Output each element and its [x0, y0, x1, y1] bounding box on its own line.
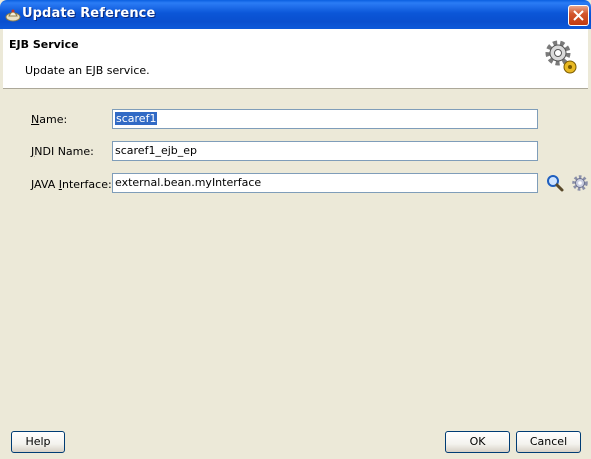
header-description: Update an EJB service. — [25, 64, 150, 77]
java-interface-value: external.bean.myInterface — [115, 176, 262, 189]
title-bar[interactable]: Update Reference — [0, 0, 591, 29]
name-label: Name: — [31, 113, 68, 126]
header-panel: EJB Service Update an EJB service. — [3, 29, 588, 89]
window-title: Update Reference — [22, 6, 156, 21]
gear-wizard-icon — [545, 40, 577, 74]
close-icon — [573, 10, 584, 21]
magnifier-icon[interactable] — [545, 173, 565, 193]
jndi-name-field[interactable]: scaref1_ejb_ep — [112, 141, 538, 161]
help-button[interactable]: Help — [11, 431, 65, 453]
jndi-name-label: JNDI Name: — [31, 145, 94, 158]
update-reference-dialog: Update Reference EJB Service Update an E… — [0, 0, 591, 459]
app-icon — [5, 9, 21, 22]
java-interface-field[interactable]: external.bean.myInterface — [112, 173, 538, 193]
jndi-name-value: scaref1_ejb_ep — [115, 144, 197, 157]
java-interface-label: JAVA Interface: — [31, 178, 112, 191]
cancel-button[interactable]: Cancel — [516, 431, 581, 453]
name-field[interactable]: scaref1 — [112, 109, 538, 129]
name-value: scaref1 — [115, 112, 158, 125]
gear-icon[interactable] — [570, 173, 590, 193]
ok-button[interactable]: OK — [445, 431, 510, 453]
close-button[interactable] — [568, 5, 589, 26]
header-title: EJB Service — [9, 38, 79, 51]
